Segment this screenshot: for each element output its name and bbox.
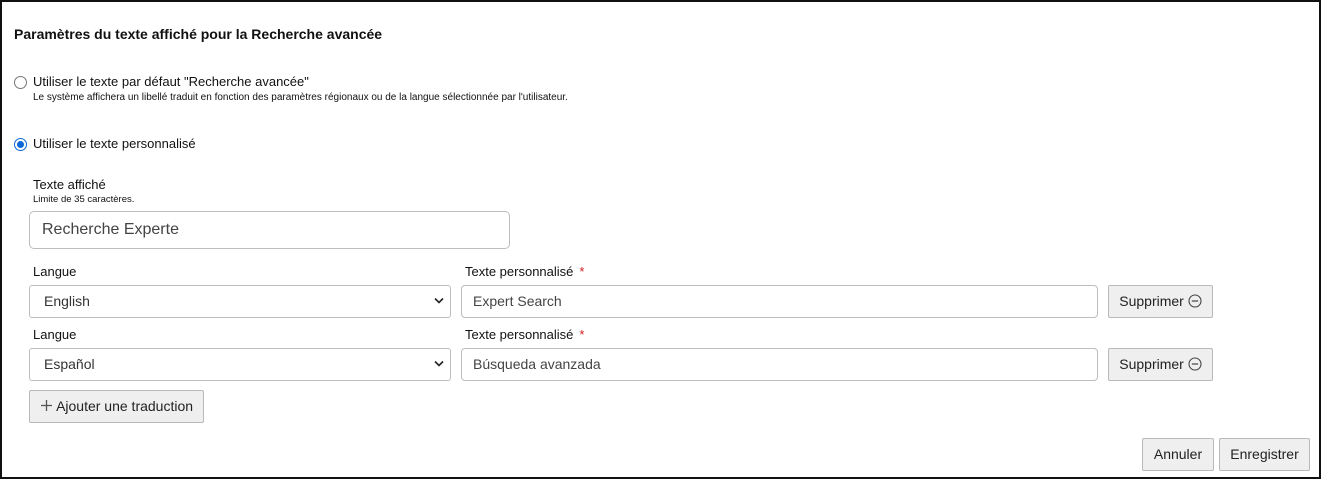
radio-custom-text[interactable] [14, 138, 27, 151]
custom-text-label-text: Texte personnalisé [465, 264, 574, 279]
radio-custom-label[interactable]: Utiliser le texte personnalisé [33, 136, 196, 151]
minus-circle-icon [1188, 357, 1202, 371]
language-select[interactable]: Español [29, 348, 451, 381]
custom-text-input[interactable]: Búsqueda avanzada [461, 348, 1098, 381]
required-mark: * [579, 264, 585, 279]
delete-button-label: Supprimer [1119, 356, 1184, 372]
radio-default-label[interactable]: Utiliser le texte par défaut "Recherche … [33, 74, 309, 89]
add-translation-label: Ajouter une traduction [56, 398, 194, 414]
cancel-button[interactable]: Annuler [1142, 438, 1214, 471]
language-select[interactable]: English [29, 285, 451, 318]
delete-button-label: Supprimer [1119, 293, 1184, 309]
custom-text-label: Texte personnalisé * [465, 264, 584, 279]
settings-panel: Paramètres du texte affiché pour la Rech… [0, 0, 1321, 479]
language-label: Langue [33, 264, 77, 279]
panel-title: Paramètres du texte affiché pour la Rech… [14, 26, 383, 42]
display-text-label: Texte affiché [33, 177, 106, 192]
required-mark: * [579, 327, 585, 342]
chevron-down-icon [434, 297, 444, 304]
delete-translation-button[interactable]: Supprimer [1108, 285, 1213, 318]
language-label: Langue [33, 327, 77, 342]
plus-icon [40, 400, 52, 412]
display-text-limit: Limite de 35 caractères. [33, 194, 135, 205]
delete-translation-button[interactable]: Supprimer [1108, 348, 1213, 381]
custom-text-label: Texte personnalisé * [465, 327, 584, 342]
custom-text-input[interactable]: Expert Search [461, 285, 1098, 318]
language-select-value: Español [44, 356, 95, 372]
custom-text-label-text: Texte personnalisé [465, 327, 574, 342]
chevron-down-icon [434, 360, 444, 367]
display-text-input[interactable]: Recherche Experte [29, 211, 510, 249]
add-translation-button[interactable]: Ajouter une traduction [29, 390, 204, 423]
minus-circle-icon [1188, 294, 1202, 308]
save-button[interactable]: Enregistrer [1219, 438, 1310, 471]
radio-default-help: Le système affichera un libellé traduit … [33, 92, 568, 103]
language-select-value: English [44, 293, 90, 309]
radio-default-text[interactable] [14, 76, 27, 89]
